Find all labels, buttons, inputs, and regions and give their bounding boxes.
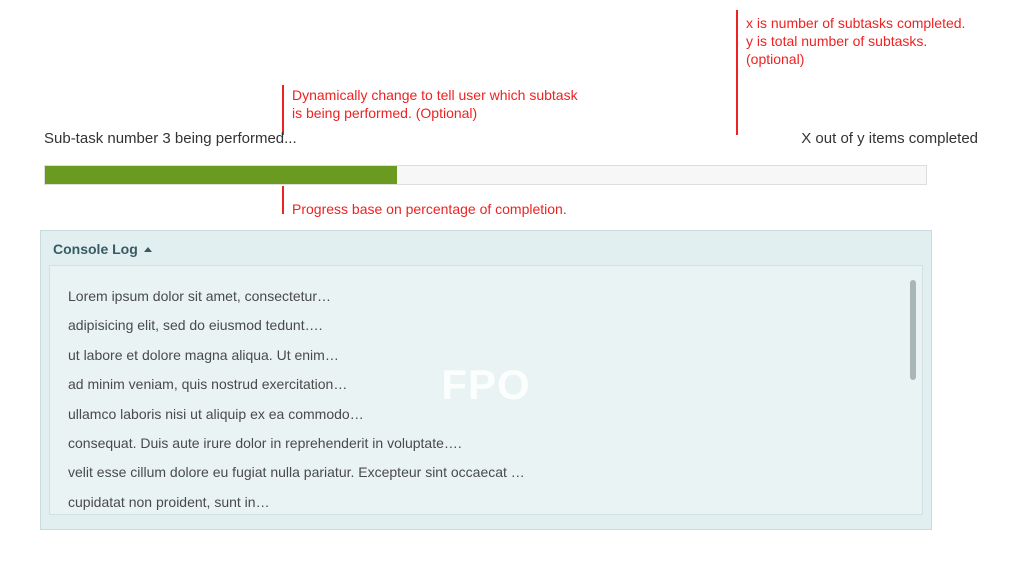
scrollbar[interactable]: [910, 280, 916, 380]
console-log-line: ut labore et dolore magna aliqua. Ut eni…: [68, 341, 904, 370]
console-log-panel: Console Log Lorem ipsum dolor sit amet, …: [40, 230, 932, 530]
items-completed-text: X out of y items completed: [801, 130, 978, 147]
console-log-line: consequat. Duis aute irure dolor in repr…: [68, 429, 904, 458]
progress-bar: [44, 165, 927, 185]
annotation-divider: [282, 85, 284, 135]
console-log-line: cupidatat non proident, sunt in…: [68, 488, 904, 515]
annotation-text: Progress base on percentage of completio…: [292, 200, 567, 218]
console-log-body: Lorem ipsum dolor sit amet, consectetur……: [49, 265, 923, 515]
progress-bar-fill: [45, 166, 397, 184]
console-log-line: Lorem ipsum dolor sit amet, consectetur…: [68, 282, 904, 311]
subtask-status-text: Sub-task number 3 being performed...: [44, 130, 297, 147]
annotation-text: x is number of subtasks completed. y is …: [746, 14, 965, 69]
caret-up-icon: [144, 247, 152, 252]
console-log-line: ad minim veniam, quis nostrud exercitati…: [68, 370, 904, 399]
annotation-divider: [736, 10, 738, 135]
console-log-line: adipisicing elit, sed do eiusmod tedunt……: [68, 311, 904, 340]
annotation-text: Dynamically change to tell user which su…: [292, 86, 578, 122]
annotation-divider: [282, 186, 284, 214]
console-log-lines: Lorem ipsum dolor sit amet, consectetur……: [50, 266, 922, 515]
console-log-line: velit esse cillum dolore eu fugiat nulla…: [68, 458, 904, 487]
console-log-line: ullamco laboris nisi ut aliquip ex ea co…: [68, 400, 904, 429]
console-log-toggle[interactable]: Console Log: [41, 231, 931, 265]
console-log-title: Console Log: [53, 241, 138, 257]
